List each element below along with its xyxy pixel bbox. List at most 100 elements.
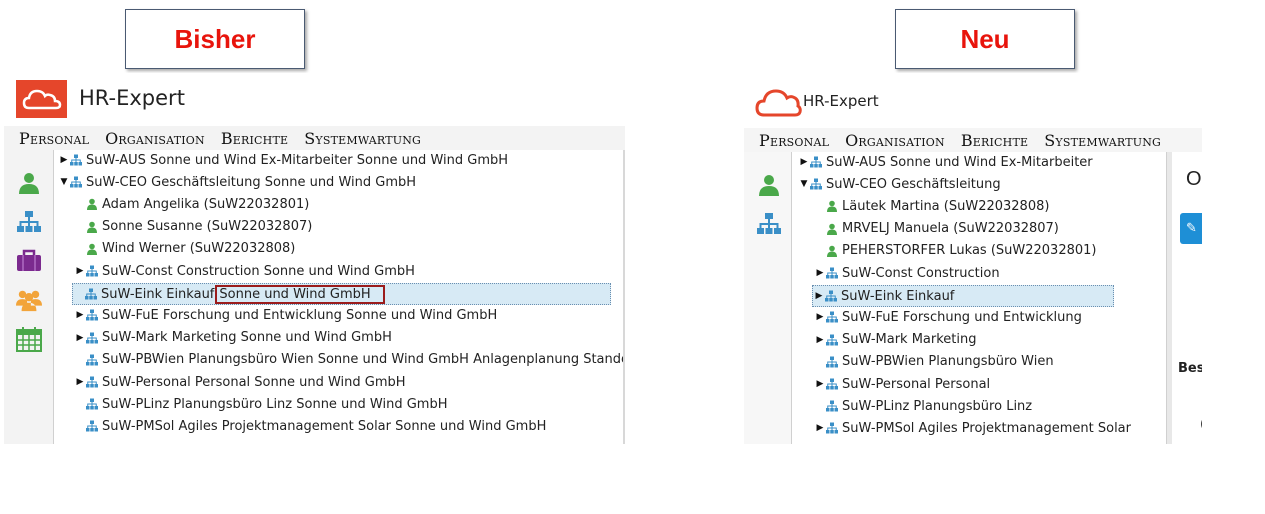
org-unit-icon — [86, 420, 98, 432]
tree-row-label: Läutek Martina (SuW22032808) — [842, 198, 1050, 214]
tree-row-label: SuW-Personal Personal Sonne und Wind Gmb… — [102, 374, 406, 390]
label-neu: Neu — [895, 9, 1075, 69]
org-unit-icon — [86, 376, 98, 388]
tree-row[interactable]: MRVELJ Manuela (SuW22032807) — [796, 219, 1059, 239]
org-tree: ▶ SuW-AUS Sonne und Wind Ex-Mitarbeiter S… — [56, 150, 625, 444]
tree-row[interactable]: ▶ SuW-Personal Personal — [796, 374, 991, 394]
org-unit-icon — [826, 378, 838, 390]
expand-toggle-icon[interactable]: ▶ — [814, 423, 826, 433]
tree-row[interactable]: ▶ SuW-AUS Sonne und Wind Ex-Mitarbeiter S… — [56, 150, 508, 170]
person-icon — [87, 221, 97, 233]
org-unit-icon — [825, 290, 837, 302]
org-unit-icon — [826, 356, 838, 368]
tree-row[interactable]: PEHERSTORFER Lukas (SuW22032801) — [796, 241, 1096, 261]
expand-toggle-icon[interactable]: ▶ — [814, 312, 826, 322]
app-title: HR-Expert — [79, 86, 185, 110]
tree-row[interactable]: SuW-PLinz Planungsbüro Linz — [796, 396, 1032, 416]
collapse-toggle-icon[interactable]: ▼ — [798, 179, 810, 189]
org-chart-icon[interactable] — [756, 211, 782, 237]
org-unit-icon — [826, 334, 838, 346]
expand-toggle-icon[interactable]: ▶ — [814, 335, 826, 345]
expand-toggle-icon[interactable]: ▶ — [74, 377, 86, 387]
tree-row-label: PEHERSTORFER Lukas (SuW22032801) — [842, 243, 1097, 259]
tree-row[interactable]: ▶ SuW-Mark Marketing Sonne und Wind GmbH — [56, 328, 392, 348]
tree-row[interactable]: ▶ SuW-Const Construction Sonne und Wind G… — [56, 261, 415, 281]
expand-toggle-icon[interactable]: ▶ — [798, 157, 810, 167]
menu-personal[interactable]: Personal — [759, 131, 829, 150]
org-unit-icon — [86, 332, 98, 344]
collapse-toggle-icon[interactable]: ▼ — [58, 177, 70, 187]
detail-pane: O ✎ Bes ( — [1172, 152, 1202, 444]
scrollbar[interactable] — [623, 150, 625, 444]
expand-toggle-icon[interactable]: ▶ — [814, 268, 826, 278]
tree-row-label: SuW-PBWien Planungsbüro Wien — [842, 354, 1054, 370]
menu-berichte[interactable]: Berichte — [221, 129, 288, 148]
menu-systemwartung[interactable]: Systemwartung — [304, 129, 421, 148]
menu-berichte[interactable]: Berichte — [961, 131, 1028, 150]
tree-row[interactable]: ▶ SuW-FuE Forschung und Entwicklung Sonne… — [56, 305, 498, 325]
menu-personal[interactable]: Personal — [19, 129, 89, 148]
tree-row[interactable]: ▶ SuW-AUS Sonne und Wind Ex-Mitarbeiter — [796, 152, 1093, 172]
highlighted-text: Sonne und Wind GmbH — [215, 284, 385, 304]
tree-row[interactable]: ▶ SuW-FuE Forschung und Entwicklung — [796, 307, 1082, 327]
person-icon — [827, 245, 837, 257]
person-icon — [87, 199, 97, 211]
expand-toggle-icon[interactable]: ▶ — [814, 379, 826, 389]
edit-icon: ✎ — [1186, 221, 1197, 236]
tree-row[interactable]: ▶ SuW-Personal Personal Sonne und Wind Gm… — [56, 372, 406, 392]
tree-row[interactable]: Läutek Martina (SuW22032808) — [796, 196, 1049, 216]
tree-row[interactable]: ▶ SuW-PMSol Agiles Projektmanagement Sola… — [796, 418, 1131, 438]
org-unit-icon — [86, 354, 98, 366]
tree-row[interactable]: SuW-PLinz Planungsbüro Linz Sonne und Wi… — [56, 394, 448, 414]
app-logo — [16, 80, 67, 118]
calendar-icon[interactable] — [16, 326, 42, 352]
person-icon — [827, 201, 837, 213]
new-ui-panel: HR-Expert Personal Organisation Berichte… — [744, 73, 1202, 444]
expand-toggle-icon[interactable]: ▶ — [74, 333, 86, 343]
menu-organisation[interactable]: Organisation — [845, 131, 945, 150]
sidebar — [4, 150, 54, 444]
tree-row-label: SuW-Eink Einkauf — [101, 286, 215, 302]
tree-row[interactable]: Adam Angelika (SuW22032801) — [56, 194, 309, 214]
tree-row[interactable]: ▼ SuW-CEO Geschäftsleitung Sonne und Wind… — [56, 172, 416, 192]
section-heading: Bes — [1178, 361, 1202, 376]
expand-toggle-icon[interactable]: ▶ — [74, 266, 86, 276]
menu-organisation[interactable]: Organisation — [105, 129, 205, 148]
app-title: HR-Expert — [803, 92, 879, 110]
org-unit-icon — [70, 176, 82, 188]
tree-row[interactable]: ▶ SuW-Eink Einkauf — [812, 285, 1114, 308]
group-icon[interactable] — [16, 287, 42, 313]
tree-row-label: SuW-CEO Geschäftsleitung Sonne und Wind … — [86, 174, 417, 190]
org-unit-icon — [86, 309, 98, 321]
menu-systemwartung[interactable]: Systemwartung — [1044, 131, 1161, 150]
sidebar — [744, 152, 792, 444]
tree-row-label: SuW-PMSol Agiles Projektmanagement Solar… — [102, 418, 547, 434]
tree-row[interactable]: ▶ SuW-Const Construction — [796, 263, 1000, 283]
tree-row-label: SuW-CEO Geschäftsleitung — [826, 176, 1001, 192]
tree-row[interactable]: ▶ SuW-Mark Marketing — [796, 330, 977, 350]
expand-toggle-icon[interactable]: ▶ — [74, 310, 86, 320]
org-chart-icon[interactable] — [16, 209, 42, 235]
tree-row-label: SuW-Eink Einkauf — [841, 288, 955, 304]
detail-value: ( — [1200, 417, 1202, 432]
person-icon[interactable] — [756, 172, 782, 198]
menu-bar: Personal Organisation Berichte Systemwar… — [744, 128, 1202, 152]
tree-row[interactable]: SuW-Eink Einkauf Sonne und Wind GmbH — [72, 283, 611, 306]
tree-row-label: MRVELJ Manuela (SuW22032807) — [842, 221, 1059, 237]
expand-toggle-icon[interactable]: ▶ — [813, 291, 825, 301]
org-unit-icon — [826, 422, 838, 434]
tree-row[interactable]: SuW-PBWien Planungsbüro Wien — [796, 352, 1054, 372]
tree-row-label: SuW-Const Construction Sonne und Wind Gm… — [102, 263, 415, 279]
tree-row[interactable]: SuW-PMSol Agiles Projektmanagement Solar… — [56, 416, 546, 436]
label-bisher: Bisher — [125, 9, 305, 69]
tree-row[interactable]: ▼ SuW-CEO Geschäftsleitung — [796, 174, 1001, 194]
tree-row[interactable]: Sonne Susanne (SuW22032807) — [56, 217, 312, 237]
person-icon[interactable] — [16, 170, 42, 196]
org-tree: ▶ SuW-AUS Sonne und Wind Ex-Mitarbeiter ▼ S… — [796, 152, 1166, 444]
tree-row[interactable]: SuW-PBWien Planungsbüro Wien Sonne und W… — [56, 350, 625, 370]
briefcase-icon[interactable] — [16, 248, 42, 274]
edit-button[interactable]: ✎ — [1180, 213, 1202, 244]
tree-row[interactable]: Wind Werner (SuW22032808) — [56, 239, 295, 259]
person-icon — [87, 243, 97, 255]
expand-toggle-icon[interactable]: ▶ — [58, 155, 70, 165]
